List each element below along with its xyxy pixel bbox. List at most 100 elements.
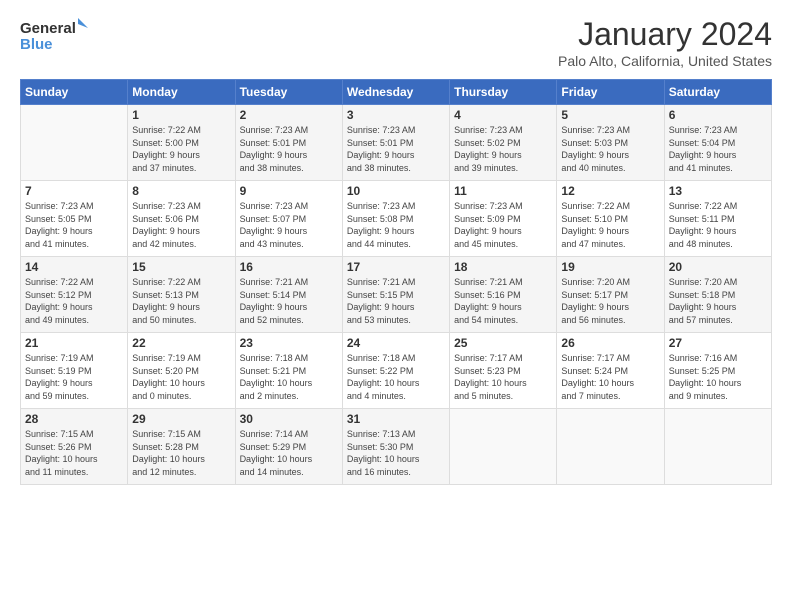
table-row: 22 Sunrise: 7:19 AM Sunset: 5:20 PM Dayli…	[128, 333, 235, 409]
table-row: 8Sunrise: 7:23 AM Sunset: 5:06 PM Daylig…	[128, 181, 235, 257]
calendar-body: 1 Sunrise: 7:22 AM Sunset: 5:00 PM Daylig…	[21, 105, 772, 485]
day-number: 5	[561, 108, 659, 122]
day-number: 12	[561, 184, 659, 198]
day-number: 27	[669, 336, 767, 350]
day-info: Sunrise: 7:22 AM Sunset: 5:00 PM Dayligh…	[132, 124, 230, 174]
day-number: 17	[347, 260, 445, 274]
day-info: Sunrise: 7:23 AM Sunset: 5:03 PM Dayligh…	[561, 124, 659, 174]
day-number: 24	[347, 336, 445, 350]
day-info: Sunrise: 7:23 AM Sunset: 5:07 PM Dayligh…	[240, 200, 338, 250]
calendar-week-row: 1 Sunrise: 7:22 AM Sunset: 5:00 PM Daylig…	[21, 105, 772, 181]
day-number: 28	[25, 412, 123, 426]
table-row: 27 Sunrise: 7:16 AM Sunset: 5:25 PM Dayli…	[664, 333, 771, 409]
day-number: 14	[25, 260, 123, 274]
day-number: 20	[669, 260, 767, 274]
svg-text:Blue: Blue	[20, 36, 53, 53]
calendar-week-row: 7Sunrise: 7:23 AM Sunset: 5:05 PM Daylig…	[21, 181, 772, 257]
calendar-week-row: 21 Sunrise: 7:19 AM Sunset: 5:19 PM Dayli…	[21, 333, 772, 409]
table-row: 10Sunrise: 7:23 AM Sunset: 5:08 PM Dayli…	[342, 181, 449, 257]
table-row: 5 Sunrise: 7:23 AM Sunset: 5:03 PM Daylig…	[557, 105, 664, 181]
day-info: Sunrise: 7:23 AM Sunset: 5:04 PM Dayligh…	[669, 124, 767, 174]
month-year-title: January 2024	[558, 16, 772, 53]
day-number: 16	[240, 260, 338, 274]
col-thursday: Thursday	[450, 80, 557, 105]
day-info: Sunrise: 7:14 AM Sunset: 5:29 PM Dayligh…	[240, 428, 338, 478]
day-number: 2	[240, 108, 338, 122]
day-number: 18	[454, 260, 552, 274]
day-info: Sunrise: 7:16 AM Sunset: 5:25 PM Dayligh…	[669, 352, 767, 402]
col-wednesday: Wednesday	[342, 80, 449, 105]
day-number: 7	[25, 184, 123, 198]
table-row: 18 Sunrise: 7:21 AM Sunset: 5:16 PM Dayli…	[450, 257, 557, 333]
day-number: 25	[454, 336, 552, 350]
table-row: 21 Sunrise: 7:19 AM Sunset: 5:19 PM Dayli…	[21, 333, 128, 409]
day-info: Sunrise: 7:18 AM Sunset: 5:22 PM Dayligh…	[347, 352, 445, 402]
day-number: 15	[132, 260, 230, 274]
table-row: 12 Sunrise: 7:22 AM Sunset: 5:10 PM Dayli…	[557, 181, 664, 257]
table-row: 4 Sunrise: 7:23 AM Sunset: 5:02 PM Daylig…	[450, 105, 557, 181]
day-info: Sunrise: 7:19 AM Sunset: 5:20 PM Dayligh…	[132, 352, 230, 402]
table-row: 11 Sunrise: 7:23 AM Sunset: 5:09 PM Dayli…	[450, 181, 557, 257]
calendar-table: Sunday Monday Tuesday Wednesday Thursday…	[20, 79, 772, 485]
day-number: 4	[454, 108, 552, 122]
day-info: Sunrise: 7:18 AM Sunset: 5:21 PM Dayligh…	[240, 352, 338, 402]
col-friday: Friday	[557, 80, 664, 105]
table-row: 20 Sunrise: 7:20 AM Sunset: 5:18 PM Dayli…	[664, 257, 771, 333]
day-number: 6	[669, 108, 767, 122]
day-number: 23	[240, 336, 338, 350]
day-info: Sunrise: 7:15 AM Sunset: 5:26 PM Dayligh…	[25, 428, 123, 478]
table-row: 3 Sunrise: 7:23 AM Sunset: 5:01 PM Daylig…	[342, 105, 449, 181]
day-info: Sunrise: 7:23 AM Sunset: 5:02 PM Dayligh…	[454, 124, 552, 174]
location-subtitle: Palo Alto, California, United States	[558, 53, 772, 69]
day-number: 3	[347, 108, 445, 122]
logo-svg: General Blue	[20, 16, 90, 54]
table-row: 23 Sunrise: 7:18 AM Sunset: 5:21 PM Dayli…	[235, 333, 342, 409]
table-row	[664, 409, 771, 485]
col-sunday: Sunday	[21, 80, 128, 105]
day-number: 19	[561, 260, 659, 274]
day-info: Sunrise: 7:15 AM Sunset: 5:28 PM Dayligh…	[132, 428, 230, 478]
table-row: 17Sunrise: 7:21 AM Sunset: 5:15 PM Dayli…	[342, 257, 449, 333]
table-row	[450, 409, 557, 485]
table-row: 19Sunrise: 7:20 AM Sunset: 5:17 PM Dayli…	[557, 257, 664, 333]
day-number: 31	[347, 412, 445, 426]
day-info: Sunrise: 7:22 AM Sunset: 5:11 PM Dayligh…	[669, 200, 767, 250]
calendar-week-row: 14Sunrise: 7:22 AM Sunset: 5:12 PM Dayli…	[21, 257, 772, 333]
table-row: 13Sunrise: 7:22 AM Sunset: 5:11 PM Dayli…	[664, 181, 771, 257]
day-number: 29	[132, 412, 230, 426]
table-row: 29 Sunrise: 7:15 AM Sunset: 5:28 PM Dayli…	[128, 409, 235, 485]
day-info: Sunrise: 7:21 AM Sunset: 5:16 PM Dayligh…	[454, 276, 552, 326]
calendar-header-row: Sunday Monday Tuesday Wednesday Thursday…	[21, 80, 772, 105]
day-number: 21	[25, 336, 123, 350]
day-info: Sunrise: 7:22 AM Sunset: 5:13 PM Dayligh…	[132, 276, 230, 326]
day-number: 26	[561, 336, 659, 350]
table-row	[21, 105, 128, 181]
day-info: Sunrise: 7:19 AM Sunset: 5:19 PM Dayligh…	[25, 352, 123, 402]
day-number: 11	[454, 184, 552, 198]
day-info: Sunrise: 7:22 AM Sunset: 5:10 PM Dayligh…	[561, 200, 659, 250]
day-info: Sunrise: 7:23 AM Sunset: 5:01 PM Dayligh…	[347, 124, 445, 174]
table-row: 7Sunrise: 7:23 AM Sunset: 5:05 PM Daylig…	[21, 181, 128, 257]
page: General Blue January 2024 Palo Alto, Cal…	[0, 0, 792, 612]
logo: General Blue	[20, 16, 90, 54]
table-row: 26 Sunrise: 7:17 AM Sunset: 5:24 PM Dayli…	[557, 333, 664, 409]
day-info: Sunrise: 7:17 AM Sunset: 5:23 PM Dayligh…	[454, 352, 552, 402]
day-info: Sunrise: 7:21 AM Sunset: 5:14 PM Dayligh…	[240, 276, 338, 326]
title-area: January 2024 Palo Alto, California, Unit…	[558, 16, 772, 69]
table-row: 15 Sunrise: 7:22 AM Sunset: 5:13 PM Dayli…	[128, 257, 235, 333]
day-info: Sunrise: 7:13 AM Sunset: 5:30 PM Dayligh…	[347, 428, 445, 478]
table-row	[557, 409, 664, 485]
day-info: Sunrise: 7:20 AM Sunset: 5:18 PM Dayligh…	[669, 276, 767, 326]
day-number: 1	[132, 108, 230, 122]
col-tuesday: Tuesday	[235, 80, 342, 105]
col-monday: Monday	[128, 80, 235, 105]
day-info: Sunrise: 7:17 AM Sunset: 5:24 PM Dayligh…	[561, 352, 659, 402]
table-row: 14Sunrise: 7:22 AM Sunset: 5:12 PM Dayli…	[21, 257, 128, 333]
day-info: Sunrise: 7:23 AM Sunset: 5:09 PM Dayligh…	[454, 200, 552, 250]
day-number: 30	[240, 412, 338, 426]
table-row: 25 Sunrise: 7:17 AM Sunset: 5:23 PM Dayli…	[450, 333, 557, 409]
table-row: 2Sunrise: 7:23 AM Sunset: 5:01 PM Daylig…	[235, 105, 342, 181]
day-number: 22	[132, 336, 230, 350]
table-row: 6 Sunrise: 7:23 AM Sunset: 5:04 PM Daylig…	[664, 105, 771, 181]
col-saturday: Saturday	[664, 80, 771, 105]
